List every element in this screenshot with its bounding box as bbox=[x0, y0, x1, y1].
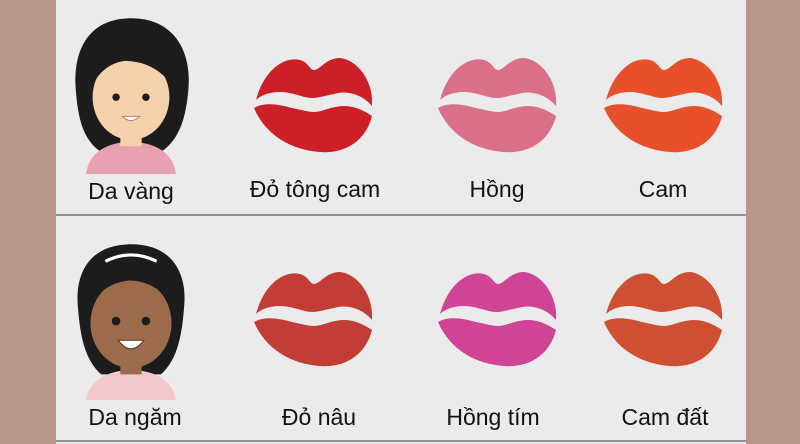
lip-print-orange-red bbox=[254, 58, 373, 153]
lip-print-terracotta bbox=[604, 272, 723, 367]
skin-label-tan: Da ngăm bbox=[88, 404, 182, 430]
swatch-label-1-3: Cam bbox=[638, 176, 688, 202]
lip-print-brown-red bbox=[254, 272, 373, 367]
lip-print-pink bbox=[438, 58, 557, 153]
swatch-label-1-1: Đỏ tông cam bbox=[249, 176, 381, 202]
bottom-divider bbox=[56, 440, 746, 442]
lip-print-purple-pink bbox=[438, 272, 557, 367]
tan-skin-woman-avatar bbox=[77, 244, 185, 400]
swatch-label-1-2: Hồng bbox=[469, 176, 525, 202]
swatch-label-2-1: Đỏ nâu bbox=[281, 404, 357, 430]
fair-skin-woman-avatar bbox=[75, 18, 189, 174]
skin-label-fair: Da vàng bbox=[88, 178, 174, 204]
swatch-label-2-3: Cam đất bbox=[621, 404, 709, 430]
row-divider bbox=[56, 214, 746, 216]
swatch-label-2-2: Hồng tím bbox=[446, 404, 540, 430]
lip-print-orange bbox=[604, 58, 723, 153]
